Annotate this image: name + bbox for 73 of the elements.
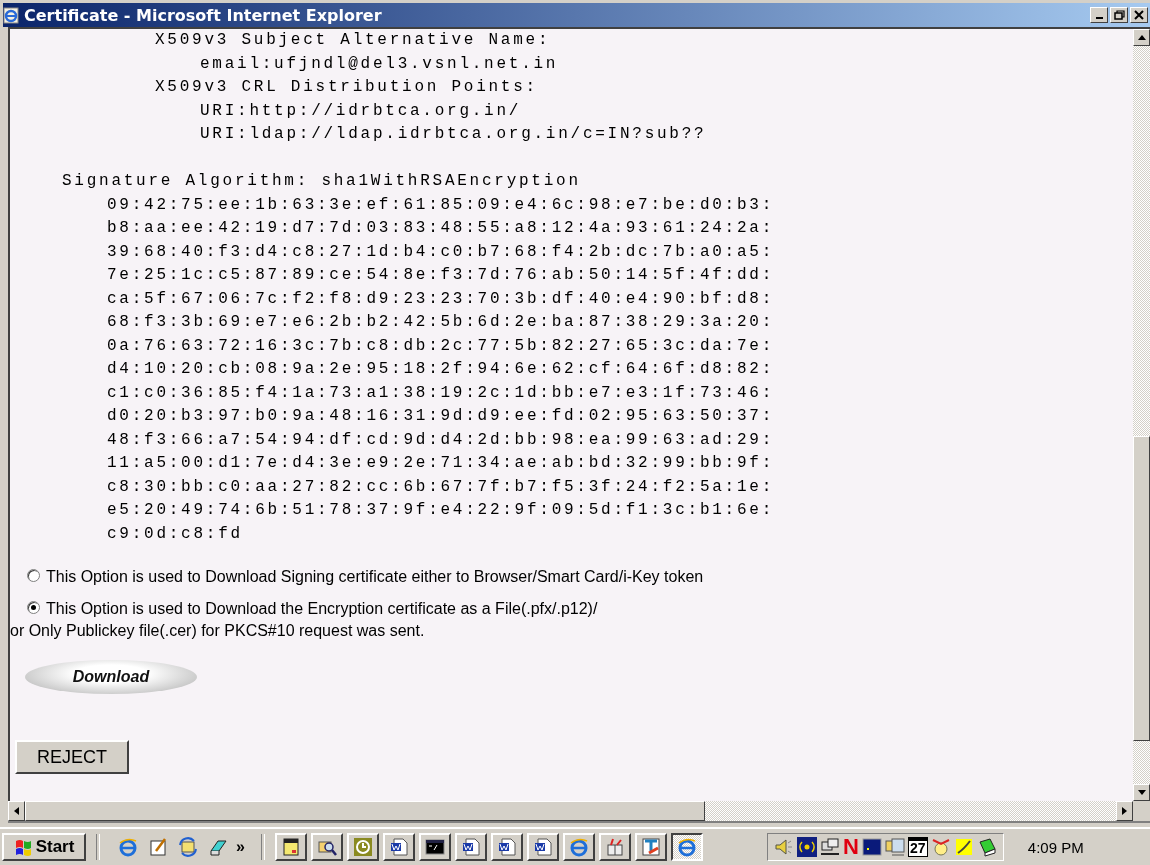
certificate-text-line: b8:aa:ee:42:19:d7:7d:03:83:48:55:a8:12:4a:93:61:24:2a: xyxy=(107,218,774,239)
download-button[interactable]: Download xyxy=(25,660,197,694)
sync-arrows-icon[interactable] xyxy=(178,837,198,857)
window-title: Certificate - Microsoft Internet Explorer xyxy=(24,5,383,25)
document-icon xyxy=(496,837,517,857)
windows-logo-icon xyxy=(13,837,34,857)
computers-icon[interactable] xyxy=(819,837,840,857)
scroll-left-button[interactable] xyxy=(8,801,25,821)
browser-icon[interactable] xyxy=(118,837,138,857)
start-button[interactable]: Start xyxy=(2,833,86,861)
right-arrow-icon xyxy=(1122,807,1127,815)
certificate-text-line: Signature Algorithm: sha1WithRSAEncryption xyxy=(62,171,581,192)
clock-icon xyxy=(352,837,373,857)
scroll-up-button[interactable] xyxy=(1133,29,1150,46)
scrollbar-thumb[interactable] xyxy=(25,801,705,821)
browser-icon xyxy=(568,837,589,857)
gift-box-icon xyxy=(604,837,625,857)
left-arrow-icon xyxy=(14,807,19,815)
scrollbar-thumb[interactable] xyxy=(1133,436,1150,741)
option-label: This Option is used to Download the Encryption certificate as a File(.pfx/.p12)/ xyxy=(46,600,598,617)
notebook-icon[interactable] xyxy=(976,837,997,857)
down-arrow-icon xyxy=(1137,790,1146,795)
reject-button[interactable]: REJECT xyxy=(15,740,129,774)
taskbar-button[interactable] xyxy=(670,833,703,861)
certificate-text-line: c9:0d:c8:fd xyxy=(107,523,243,545)
scrollbar-corner xyxy=(1133,801,1150,821)
scroll-right-button[interactable] xyxy=(1116,801,1133,821)
window-icon[interactable] xyxy=(861,837,882,857)
ie-page-icon xyxy=(3,6,20,24)
radio-button[interactable] xyxy=(27,569,40,582)
certificate-text-line: e5:20:49:74:6b:51:78:37:9f:e4:22:9f:09:5d:f1:3c:b1:6e: xyxy=(107,500,774,521)
notepad-pencil-icon[interactable] xyxy=(148,837,168,857)
certificate-text-line: 11:a5:00:d1:7e:d4:3e:e9:2e:71:34:ae:ab:bd:32:99:bb:9f: xyxy=(107,453,774,474)
more-chevron[interactable]: » xyxy=(236,838,245,856)
certificate-text-line: 68:f3:3b:69:e7:e6:2b:b2:42:5b:6d:2e:ba:87:38:29:3a:20: xyxy=(107,312,774,333)
up-arrow-icon xyxy=(1137,35,1146,40)
minimize-icon xyxy=(1095,17,1103,19)
certificate-text-line: 7e:25:1c:c5:87:89:ce:54:8e:f3:7d:76:ab:50:14:5f:4f:dd: xyxy=(107,265,774,286)
certificate-text-line: d0:20:b3:97:b0:9a:48:16:31:9d:d9:ee:fd:02:95:63:50:37: xyxy=(107,406,774,427)
close-icon xyxy=(1134,10,1144,20)
eraser-icon[interactable] xyxy=(208,837,228,857)
document-icon xyxy=(388,837,409,857)
clock-time: 4:09 PM xyxy=(1027,838,1084,856)
scroll-down-button[interactable] xyxy=(1133,784,1150,801)
certificate-text-line: c8:30:bb:c0:aa:27:82:cc:6b:67:7f:b7:f5:3f:24:f2:5a:1e: xyxy=(107,476,774,498)
terminal-icon xyxy=(424,837,445,857)
certificate-text-line: URI:ldap://ldap.idrbtca.org.in/c=IN?sub?? xyxy=(200,124,707,145)
certificate-text-line: 48:f3:66:a7:54:94:df:cd:9d:d4:2d:bb:98:ea:99:63:ad:29: xyxy=(107,429,774,451)
browser-icon xyxy=(676,837,697,857)
option-label: This Option is used to Download Signing certificate either to Browser/Smart Card/i-Key token xyxy=(46,568,704,585)
radio-button[interactable] xyxy=(27,601,40,614)
certificate-text-line: email:ufjndl@del3.vsnl.net.in xyxy=(200,53,559,75)
certificate-text-line: ca:5f:67:06:7c:f2:f8:d9:23:23:70:3b:df:40:e4:90:bf:d8: xyxy=(107,288,774,310)
certificate-text-line: X509v3 Subject Alternative Name: xyxy=(155,30,551,51)
restore-icon xyxy=(1113,10,1125,20)
document-icon xyxy=(532,837,553,857)
restore-button[interactable] xyxy=(1110,7,1128,23)
calendar-icon[interactable]: 27 xyxy=(907,837,928,857)
document-icon xyxy=(460,837,481,857)
certificate-text-line: d4:10:20:cb:08:9a:2e:95:18:2f:94:6e:62:cf:64:6f:d8:82: xyxy=(107,359,774,380)
close-button[interactable] xyxy=(1130,7,1148,23)
certificate-text-line: 39:68:40:f3:d4:c8:27:1d:b4:c0:b7:68:f4:2b:dc:7b:a0:a5: xyxy=(107,241,774,263)
certificate-text-line: X509v3 CRL Distribution Points: xyxy=(155,77,538,98)
minimize-button[interactable] xyxy=(1090,7,1108,23)
certificate-text-line: URI:http://idrbtca.org.in/ xyxy=(200,100,522,122)
option-label: or Only Publickey file(.cer) for PKCS#10 request was sent. xyxy=(10,622,425,639)
memo-icon xyxy=(280,837,301,857)
note-pencil-icon[interactable] xyxy=(953,837,974,857)
letter-page-icon xyxy=(640,837,661,857)
signal-icon[interactable] xyxy=(796,837,817,857)
certificate-text-line: c1:c0:36:85:f4:1a:73:a1:38:19:2c:1d:bb:e7:e3:1f:73:46: xyxy=(107,382,774,404)
certificate-text-line: 09:42:75:ee:1b:63:3e:ef:61:85:09:e4:6c:98:e7:be:d0:b3: xyxy=(107,194,774,216)
certificate-text-line: 0a:76:63:72:16:3c:7b:c8:db:2c:77:5b:82:27:65:3c:da:7e: xyxy=(107,335,774,357)
